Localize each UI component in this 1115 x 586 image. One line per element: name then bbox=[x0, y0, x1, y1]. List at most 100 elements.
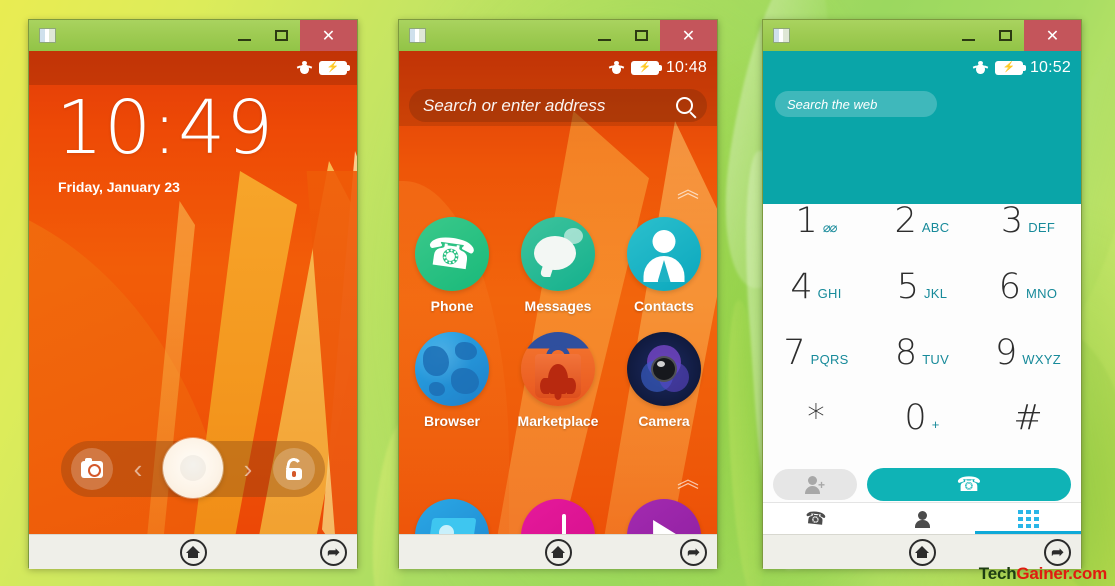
dialer-tabbar[interactable]: ☎ bbox=[763, 502, 1081, 534]
close-button[interactable]: ✕ bbox=[660, 20, 717, 51]
watermark-part2: Gainer.com bbox=[1016, 564, 1107, 583]
key-number: 2 bbox=[894, 201, 917, 241]
navbar-homescreen[interactable]: ➦ bbox=[399, 534, 717, 569]
statusbar-clock: 10:48 bbox=[665, 59, 707, 76]
search-placeholder: Search or enter address bbox=[423, 95, 606, 115]
search-input[interactable]: Search the web bbox=[775, 91, 937, 117]
key-number: 0 bbox=[904, 398, 927, 439]
tab-keypad[interactable] bbox=[975, 503, 1081, 534]
lockscreen-camera-shortcut[interactable] bbox=[71, 448, 113, 490]
app-label: Messages bbox=[524, 298, 592, 314]
home-button[interactable] bbox=[544, 538, 572, 566]
app-label: Phone bbox=[430, 298, 474, 314]
app-browser[interactable]: Browser bbox=[406, 332, 498, 429]
home-icon bbox=[186, 546, 200, 558]
key-number: 1 bbox=[795, 201, 818, 241]
app-messages[interactable]: Messages bbox=[512, 217, 604, 314]
key-9[interactable]: 9 WXYZ bbox=[975, 335, 1081, 402]
statusbar-homescreen: ⚡ 10:48 bbox=[399, 51, 717, 85]
bug-icon bbox=[608, 61, 625, 75]
rotate-button[interactable]: ➦ bbox=[1044, 538, 1071, 566]
tab-recent[interactable]: ☎ bbox=[763, 503, 869, 534]
homescreen-page-1[interactable]: ︽ ☎ Phone Messages Contacts Browser Mark… bbox=[399, 139, 717, 429]
key-4[interactable]: 4 GHI bbox=[763, 269, 869, 336]
key-1[interactable]: 1 ⌀⌀ bbox=[763, 204, 869, 270]
maximize-button[interactable] bbox=[623, 20, 660, 51]
lockscreen-unlock-shortcut[interactable] bbox=[272, 448, 315, 490]
navbar-lockscreen[interactable]: ➦ bbox=[29, 534, 357, 569]
close-icon: ✕ bbox=[1045, 27, 1060, 45]
search-input[interactable]: Search or enter address bbox=[409, 89, 707, 122]
dialer-viewport[interactable]: ⚡ 10:52 Search the web 1 ⌀⌀ 2 ABC 3 DEF 4 GH… bbox=[763, 51, 1081, 569]
left-chevron-icon: ‹ bbox=[133, 454, 143, 484]
battery-charging-icon: ⚡ bbox=[630, 61, 662, 75]
close-button[interactable]: ✕ bbox=[300, 20, 357, 51]
page2-collapse-chevron-icon[interactable]: ︽ bbox=[677, 469, 699, 491]
key-letters: DEF bbox=[1028, 220, 1056, 235]
minimize-button[interactable] bbox=[226, 20, 263, 51]
titlebar-lockscreen[interactable]: ✕ bbox=[29, 20, 357, 51]
search-icon[interactable] bbox=[676, 97, 693, 114]
app-row-2[interactable]: Browser Marketplace Camera bbox=[399, 332, 717, 429]
tab-contacts[interactable] bbox=[869, 503, 975, 534]
key-2[interactable]: 2 ABC bbox=[869, 204, 975, 270]
maximize-button[interactable] bbox=[987, 20, 1024, 51]
lockscreen-slider-knob[interactable] bbox=[162, 438, 223, 498]
app-camera[interactable]: Camera bbox=[618, 332, 710, 429]
person-icon bbox=[914, 510, 931, 528]
page1-collapse-chevron-icon[interactable]: ︽ bbox=[677, 179, 699, 201]
key-3[interactable]: 3 DEF bbox=[975, 204, 1081, 270]
home-icon bbox=[551, 546, 565, 558]
window-lockscreen[interactable]: ✕ ⚡ 10:49 Friday, January 23 ‹ › ➦ bbox=[28, 19, 358, 569]
key-star[interactable]: * bbox=[763, 401, 869, 467]
home-button[interactable] bbox=[179, 538, 207, 566]
key-letters: + bbox=[931, 417, 940, 433]
search-placeholder: Search the web bbox=[787, 96, 878, 112]
app-row-1[interactable]: ☎ Phone Messages Contacts bbox=[399, 217, 717, 314]
window-app-icon bbox=[39, 28, 56, 43]
home-button[interactable] bbox=[908, 538, 936, 566]
key-number: 8 bbox=[894, 332, 918, 373]
globe-icon bbox=[415, 332, 489, 406]
minimize-button[interactable] bbox=[950, 20, 987, 51]
key-letters: PQRS bbox=[810, 351, 849, 367]
key-hash[interactable]: # bbox=[975, 401, 1081, 467]
key-7[interactable]: 7 PQRS bbox=[763, 332, 869, 402]
app-marketplace[interactable]: Marketplace bbox=[512, 332, 604, 429]
key-letters: MNO bbox=[1026, 285, 1058, 301]
statusbar-clock: 10:52 bbox=[1029, 59, 1071, 76]
close-icon: ✕ bbox=[681, 27, 696, 45]
maximize-button[interactable] bbox=[263, 20, 300, 51]
app-phone[interactable]: ☎ Phone bbox=[406, 217, 498, 314]
key-5[interactable]: 5 JKL bbox=[869, 269, 975, 336]
battery-charging-icon: ⚡ bbox=[994, 61, 1026, 75]
close-button[interactable]: ✕ bbox=[1024, 20, 1081, 51]
key-number: 3 bbox=[1000, 201, 1024, 241]
homescreen-viewport[interactable]: ⚡ 10:48 Search or enter address ︽ ☎ Phon… bbox=[399, 51, 717, 569]
dialer-keypad[interactable]: 1 ⌀⌀ 2 ABC 3 DEF 4 GHI 5 JKL 6 MNO 7 PQRS 8 TUV … bbox=[763, 204, 1081, 467]
key-8[interactable]: 8 TUV bbox=[869, 332, 975, 402]
dialer-action-bar[interactable]: + ☎ bbox=[763, 467, 1081, 502]
key-number: 7 bbox=[783, 332, 806, 373]
titlebar-homescreen[interactable]: ✕ bbox=[399, 20, 717, 51]
app-contacts[interactable]: Contacts bbox=[618, 217, 710, 314]
minimize-button[interactable] bbox=[586, 20, 623, 51]
key-number: 6 bbox=[998, 266, 1022, 307]
call-button[interactable]: ☎ bbox=[867, 468, 1071, 501]
key-0[interactable]: 0 + bbox=[869, 401, 975, 467]
window-dialer[interactable]: ✕ ⚡ 10:52 Search the web 1 ⌀⌀ 2 ABC 3 DEF 4… bbox=[762, 19, 1082, 569]
window-homescreen[interactable]: ✕ ⚡ 10:48 Search or enter address ︽ ☎ Ph… bbox=[398, 19, 718, 569]
message-bubble-icon bbox=[521, 217, 595, 291]
lockscreen-unlock-bar[interactable]: ‹ › bbox=[61, 438, 325, 498]
key-6[interactable]: 6 MNO bbox=[975, 266, 1081, 336]
lockscreen-clock: 10:49 bbox=[56, 85, 275, 171]
window-app-icon bbox=[409, 28, 426, 43]
add-contact-button[interactable]: + bbox=[773, 469, 857, 500]
window-app-icon bbox=[773, 28, 790, 43]
rotate-button[interactable]: ➦ bbox=[680, 538, 707, 566]
rotate-button[interactable]: ➦ bbox=[320, 538, 347, 566]
titlebar-dialer[interactable]: ✕ bbox=[763, 20, 1081, 51]
lockscreen-viewport[interactable]: ⚡ 10:49 Friday, January 23 ‹ › ➦ bbox=[29, 51, 357, 569]
camera-lens-icon bbox=[627, 332, 701, 406]
keypad-dots-icon bbox=[1017, 509, 1039, 528]
